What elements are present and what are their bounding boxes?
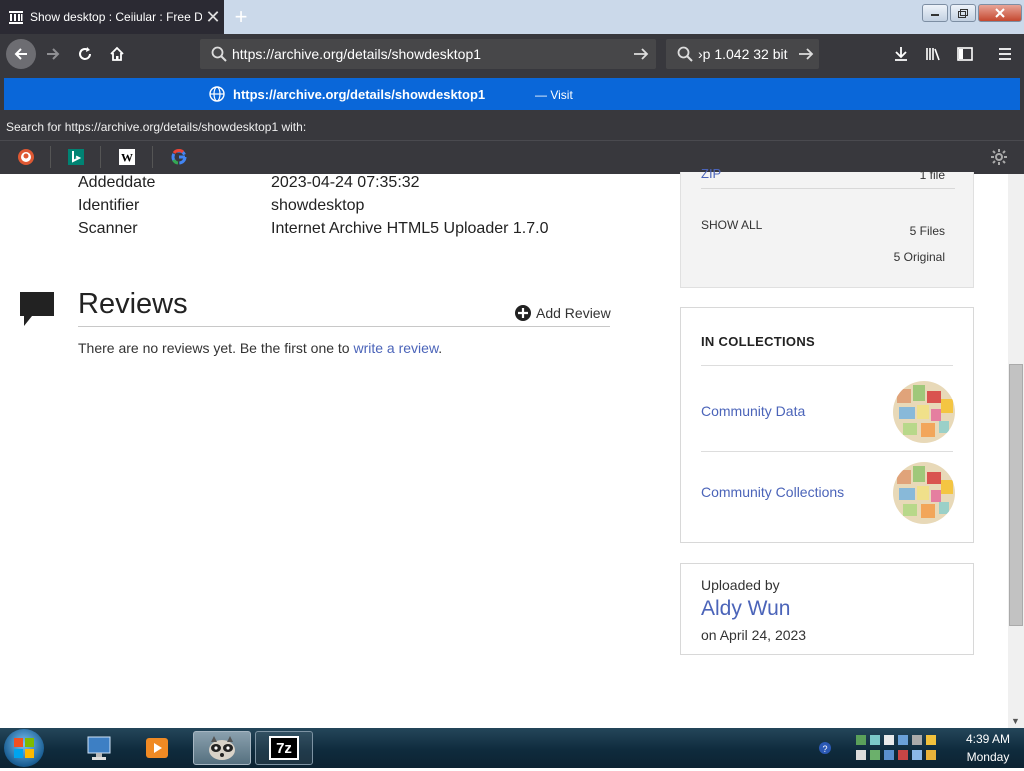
- taskbar-browser-app[interactable]: [193, 731, 251, 765]
- 7zip-icon: 7z: [269, 736, 299, 760]
- menu-button[interactable]: [990, 39, 1020, 69]
- raccoon-browser-icon: [209, 736, 235, 760]
- add-review-label: Add Review: [536, 305, 611, 321]
- search-icon: [206, 46, 232, 62]
- minimize-button[interactable]: [922, 4, 948, 22]
- page-scrollbar[interactable]: ▼: [1008, 174, 1024, 728]
- collection-thumbnail[interactable]: [893, 381, 955, 443]
- system-tray: ?: [816, 730, 956, 766]
- plus-circle-icon: [515, 305, 531, 321]
- uploader-panel: Uploaded by Aldy Wun on April 24, 2023: [680, 563, 974, 655]
- taskbar-computer-app[interactable]: [70, 731, 128, 765]
- browser-tab-active[interactable]: Show desktop : Ceiiular : Free D ✕: [0, 0, 224, 34]
- windows-taskbar: 7z ? 4:39 AM Monday: [0, 728, 1024, 768]
- hamburger-menu-icon: [999, 48, 1011, 60]
- home-button[interactable]: [102, 39, 132, 69]
- uploader-name-link[interactable]: Aldy Wun: [701, 597, 791, 621]
- clock-time: 4:39 AM: [965, 732, 1011, 746]
- home-icon: [110, 46, 124, 61]
- scrollbar-thumb[interactable]: [1009, 364, 1023, 626]
- search-engines-row: W: [0, 140, 1024, 174]
- collections-heading: IN COLLECTIONS: [701, 334, 815, 349]
- reload-button[interactable]: [70, 39, 100, 69]
- windows-logo-icon: [14, 738, 34, 758]
- system-tray-icons[interactable]: ?: [816, 730, 956, 766]
- wikipedia-icon[interactable]: W: [118, 148, 136, 166]
- zip-file-count: 1 file: [919, 168, 945, 182]
- google-icon[interactable]: [170, 148, 188, 166]
- collection-thumbnail[interactable]: [893, 462, 955, 524]
- forward-button[interactable]: [38, 39, 68, 69]
- dropdown-url: https://archive.org/details/showdesktop1: [233, 87, 486, 102]
- tab-title: Show desktop : Ceiiular : Free D: [30, 10, 202, 24]
- search-settings-gear-icon[interactable]: [990, 148, 1008, 166]
- computer-icon: [87, 736, 111, 760]
- browser-titlebar: Show desktop : Ceiiular : Free D ✕ +: [0, 0, 1024, 34]
- library-icon: [926, 48, 940, 61]
- meta-value-addeddate: 2023-04-24 07:35:32: [271, 174, 420, 191]
- browser-navbar: https://archive.org/details/showdesktop1…: [0, 34, 1024, 74]
- url-go-arrow-icon[interactable]: [626, 46, 656, 62]
- downloads-button[interactable]: [886, 39, 916, 69]
- collections-panel: IN COLLECTIONS Community Data Community …: [680, 307, 974, 543]
- svg-text:?: ?: [822, 744, 827, 754]
- zip-download-link[interactable]: ZIP: [701, 166, 721, 181]
- write-review-link[interactable]: write a review: [353, 340, 438, 356]
- svg-text:W: W: [121, 151, 133, 165]
- no-reviews-text: There are no reviews yet. Be the first o…: [78, 340, 443, 356]
- search-go-arrow-icon[interactable]: [793, 46, 819, 62]
- taskbar-media-player-app[interactable]: [128, 731, 186, 765]
- back-arrow-icon: [14, 48, 27, 60]
- search-bar[interactable]: ›p 1.042 32 bit: [666, 39, 819, 69]
- download-icon: [895, 47, 907, 61]
- back-button[interactable]: [6, 39, 36, 69]
- media-player-icon: [146, 738, 168, 758]
- library-button[interactable]: [918, 39, 948, 69]
- search-input[interactable]: ›p 1.042 32 bit: [698, 46, 793, 62]
- close-icon: [995, 8, 1005, 18]
- files-count: 5 Files: [909, 224, 945, 238]
- download-options-panel: ZIP 1 file SHOW ALL 5 Files 5 Original: [680, 166, 974, 288]
- uploaded-by-label: Uploaded by: [701, 577, 780, 593]
- new-tab-button[interactable]: +: [228, 4, 254, 30]
- sidebar-icon: [957, 47, 973, 61]
- search-with-label: Search for https://archive.org/details/s…: [0, 112, 1024, 142]
- archive-favicon-icon: [8, 9, 24, 25]
- dropdown-visit-row[interactable]: https://archive.org/details/showdesktop1…: [4, 78, 1020, 110]
- show-all-link[interactable]: SHOW ALL: [701, 218, 762, 232]
- url-input[interactable]: https://archive.org/details/showdesktop1: [232, 46, 626, 62]
- close-window-button[interactable]: [978, 4, 1022, 22]
- collection-link-community-collections[interactable]: Community Collections: [701, 484, 844, 500]
- speech-bubble-icon: [18, 290, 56, 333]
- bing-icon[interactable]: [67, 148, 85, 166]
- minimize-icon: [931, 14, 939, 16]
- taskbar-clock[interactable]: 4:39 AM Monday: [956, 730, 1020, 766]
- search-icon: [672, 46, 698, 62]
- maximize-button[interactable]: [950, 4, 976, 22]
- upload-date: on April 24, 2023: [701, 627, 807, 643]
- original-count: 5 Original: [893, 250, 945, 264]
- scroll-down-arrow-icon[interactable]: ▼: [1011, 716, 1020, 726]
- meta-key-scanner: Scanner: [78, 220, 138, 237]
- clock-day: Monday: [966, 750, 1010, 764]
- reload-icon: [79, 47, 91, 60]
- url-bar[interactable]: https://archive.org/details/showdesktop1: [200, 39, 656, 69]
- globe-icon: [209, 86, 225, 105]
- meta-value-scanner: Internet Archive HTML5 Uploader 1.7.0: [271, 220, 549, 237]
- tab-close-icon[interactable]: ✕: [202, 7, 224, 28]
- meta-key-addeddate: Addeddate: [78, 174, 156, 191]
- start-button[interactable]: [4, 729, 44, 767]
- taskbar-7zip-app[interactable]: 7z: [255, 731, 313, 765]
- forward-arrow-icon: [47, 48, 60, 60]
- add-review-button[interactable]: Add Review: [514, 304, 611, 322]
- dropdown-visit-label: — Visit: [535, 88, 573, 102]
- sidebar-toggle-button[interactable]: [950, 39, 980, 69]
- meta-value-identifier: showdesktop: [271, 197, 365, 214]
- restore-icon: [958, 8, 968, 18]
- duckduckgo-icon[interactable]: [17, 148, 35, 166]
- meta-key-identifier: Identifier: [78, 197, 140, 214]
- collection-link-community-data[interactable]: Community Data: [701, 403, 805, 419]
- reviews-heading: Reviews: [78, 288, 188, 320]
- reviews-divider: [78, 326, 610, 327]
